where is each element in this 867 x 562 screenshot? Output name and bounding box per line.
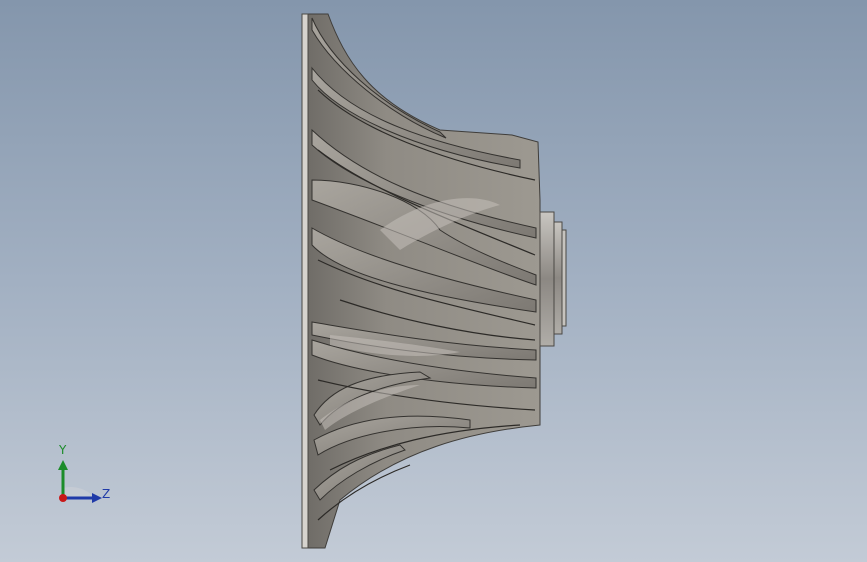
orientation-triad: Y Z [50,440,120,510]
y-axis-label: Y [59,443,67,457]
shaft-tip [561,229,567,327]
graphics-viewport[interactable]: Y Z [0,0,867,562]
backplate-edge [301,13,309,549]
z-axis-label: Z [102,487,111,501]
impeller-model[interactable] [0,0,867,562]
hub-ring [539,211,555,347]
shaft-stub [553,221,563,335]
